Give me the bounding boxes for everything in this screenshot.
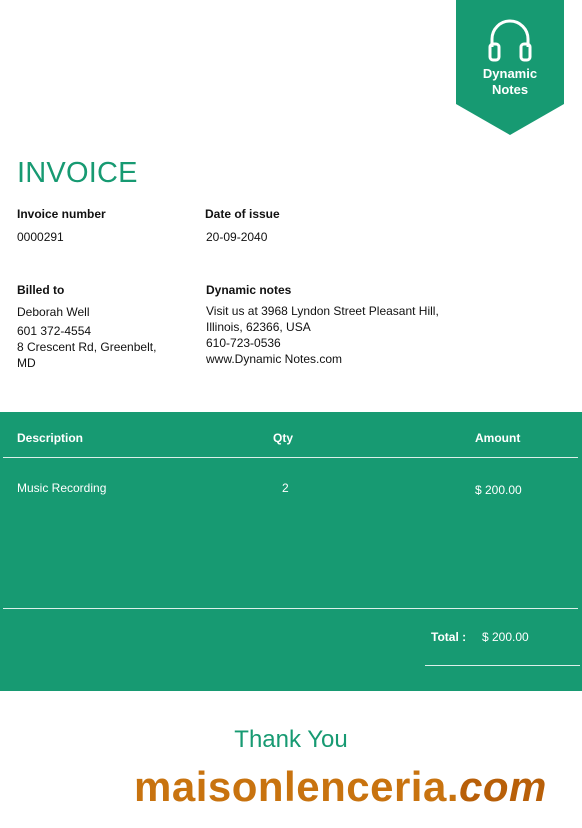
items-divider [3, 608, 578, 609]
watermark: maisonlenceria.com [134, 763, 547, 811]
headphones-icon [488, 19, 532, 62]
total-value: $ 200.00 [482, 630, 529, 644]
qty-header: Qty [273, 431, 294, 445]
invoice-number-label: Invoice number [17, 207, 106, 221]
brand-name-line1: Dynamic [482, 66, 538, 81]
company-address-line1: Visit us at 3968 Lyndon Street Pleasant … [206, 304, 439, 318]
brand-badge: Dynamic Notes [456, 0, 564, 135]
row-amount: $ 200.00 [475, 483, 522, 497]
description-header: Description [17, 431, 84, 445]
amount-header: Amount [475, 431, 521, 445]
billed-to-address-line1: 8 Crescent Rd, Greenbelt, [17, 340, 157, 354]
invoice-number: 0000291 [17, 230, 64, 244]
company-label: Dynamic notes [206, 283, 292, 297]
thank-you-text: Thank You [234, 726, 348, 753]
header-divider [3, 457, 578, 458]
brand-name-line2: Notes [491, 82, 529, 97]
date-of-issue-label: Date of issue [205, 207, 280, 221]
company-address-line2: Illinois, 62366, USA [206, 320, 311, 334]
billed-to-phone: 601 372-4554 [17, 324, 92, 338]
row-description: Music Recording [17, 481, 107, 495]
total-label: Total : [431, 630, 467, 644]
watermark-main: maisonlenceria. [134, 763, 459, 810]
company-phone: 610-723-0536 [206, 336, 281, 350]
brand-name: Dynamic Notes [456, 66, 564, 98]
row-qty: 2 [282, 481, 289, 495]
watermark-tld: com [458, 763, 547, 810]
billed-to-label: Billed to [17, 283, 65, 297]
invoice-title: INVOICE [17, 157, 138, 189]
billed-to-name: Deborah Well [17, 305, 90, 319]
company-website: www.Dynamic Notes.com [206, 352, 343, 366]
billed-to-address-line2: MD [17, 356, 36, 370]
total-underline [425, 665, 580, 666]
items-table: Description Qty Amount Music Recording 2… [0, 412, 582, 691]
date-of-issue: 20-09-2040 [206, 230, 268, 244]
